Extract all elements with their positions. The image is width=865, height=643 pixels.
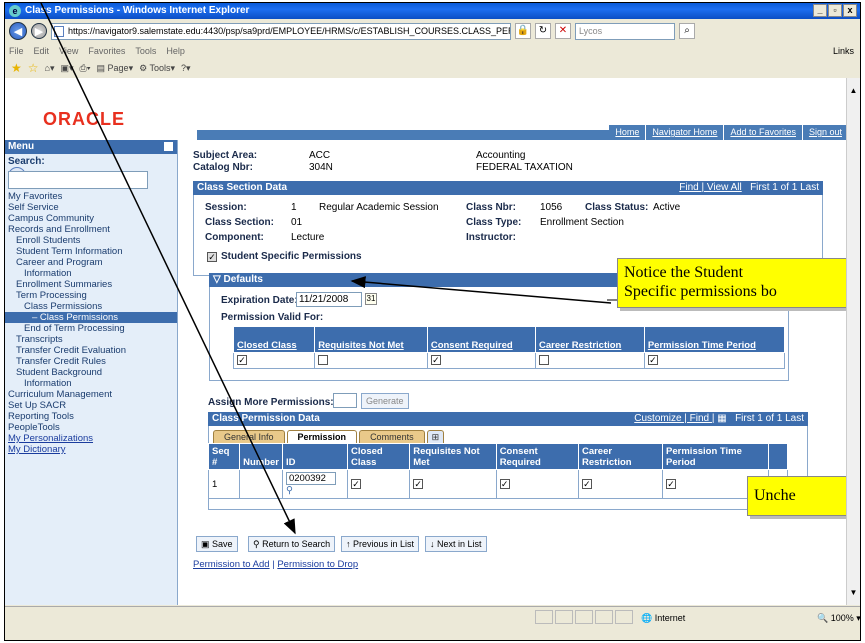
internet-zone: 🌐 Internet: [641, 613, 686, 623]
arrow-to-permission-tab: [40, 3, 296, 535]
browser-window: e Class Permissions - Windows Internet E…: [4, 2, 861, 641]
status-bar: 🌐 Internet 🔍 100% ▾: [5, 606, 860, 640]
outer-arrow: [40, 3, 296, 535]
zoom-level[interactable]: 🔍 100% ▾: [817, 613, 860, 624]
